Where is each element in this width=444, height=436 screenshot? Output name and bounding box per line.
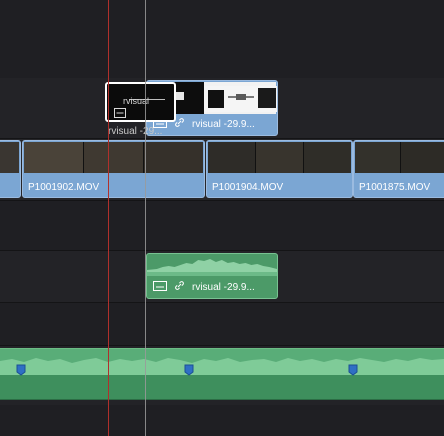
clip-thumbnail <box>304 142 351 173</box>
title-clip-name: rvisual -29.9... <box>192 118 255 130</box>
timeline[interactable]: rvisual -29.9... P1001902.MOV P1001904.M… <box>0 0 444 436</box>
clip-thumbnail <box>401 142 444 173</box>
clip-name: P1001875.MOV <box>359 182 431 193</box>
video-clip-partial[interactable] <box>0 140 21 198</box>
audio-waveform <box>147 259 277 276</box>
clip-name: P1001904.MOV <box>212 182 284 193</box>
audio-clip-label: rvisual -29.9... <box>153 280 255 294</box>
track-divider <box>0 250 444 251</box>
track-divider <box>0 302 444 303</box>
audio-clip-name: rvisual -29.9... <box>192 281 255 293</box>
audio-bed-clip[interactable] <box>0 348 444 400</box>
clip-thumbnail <box>355 142 401 173</box>
track-divider <box>0 345 444 346</box>
drag-ghost-caption: rvisual -29... <box>108 126 163 137</box>
clip-thumbnail <box>24 142 84 173</box>
marker-icon[interactable] <box>348 364 358 376</box>
marker-icon[interactable] <box>16 364 26 376</box>
clip-thumbnail <box>256 142 304 173</box>
clip-thumbnail <box>208 142 256 173</box>
title-icon <box>114 105 126 120</box>
clip-thumbnails <box>208 142 351 173</box>
clip-type-icon <box>153 280 167 294</box>
clip-thumbnails <box>355 142 444 173</box>
audio-clip[interactable]: rvisual -29.9... <box>146 253 278 299</box>
audio-waveform <box>0 358 444 375</box>
clip-name: P1001902.MOV <box>28 182 100 193</box>
video-clip-p1001904[interactable]: P1001904.MOV <box>206 140 353 198</box>
playhead[interactable] <box>108 0 109 436</box>
drag-ghost-clip[interactable]: rvisual <box>105 82 176 122</box>
clip-thumbnail <box>144 142 203 173</box>
snap-guide-line <box>145 0 146 436</box>
video-clip-p1001902[interactable]: P1001902.MOV <box>22 140 205 198</box>
clip-thumbnail <box>0 142 19 173</box>
track-divider <box>0 200 444 201</box>
clip-thumbnails <box>0 142 19 173</box>
clip-thumbnail <box>84 142 144 173</box>
clip-thumbnails <box>24 142 203 173</box>
link-icon <box>174 280 185 294</box>
marker-icon[interactable] <box>184 364 194 376</box>
track-divider <box>0 138 444 139</box>
video-clip-p1001875[interactable]: P1001875.MOV <box>353 140 444 198</box>
